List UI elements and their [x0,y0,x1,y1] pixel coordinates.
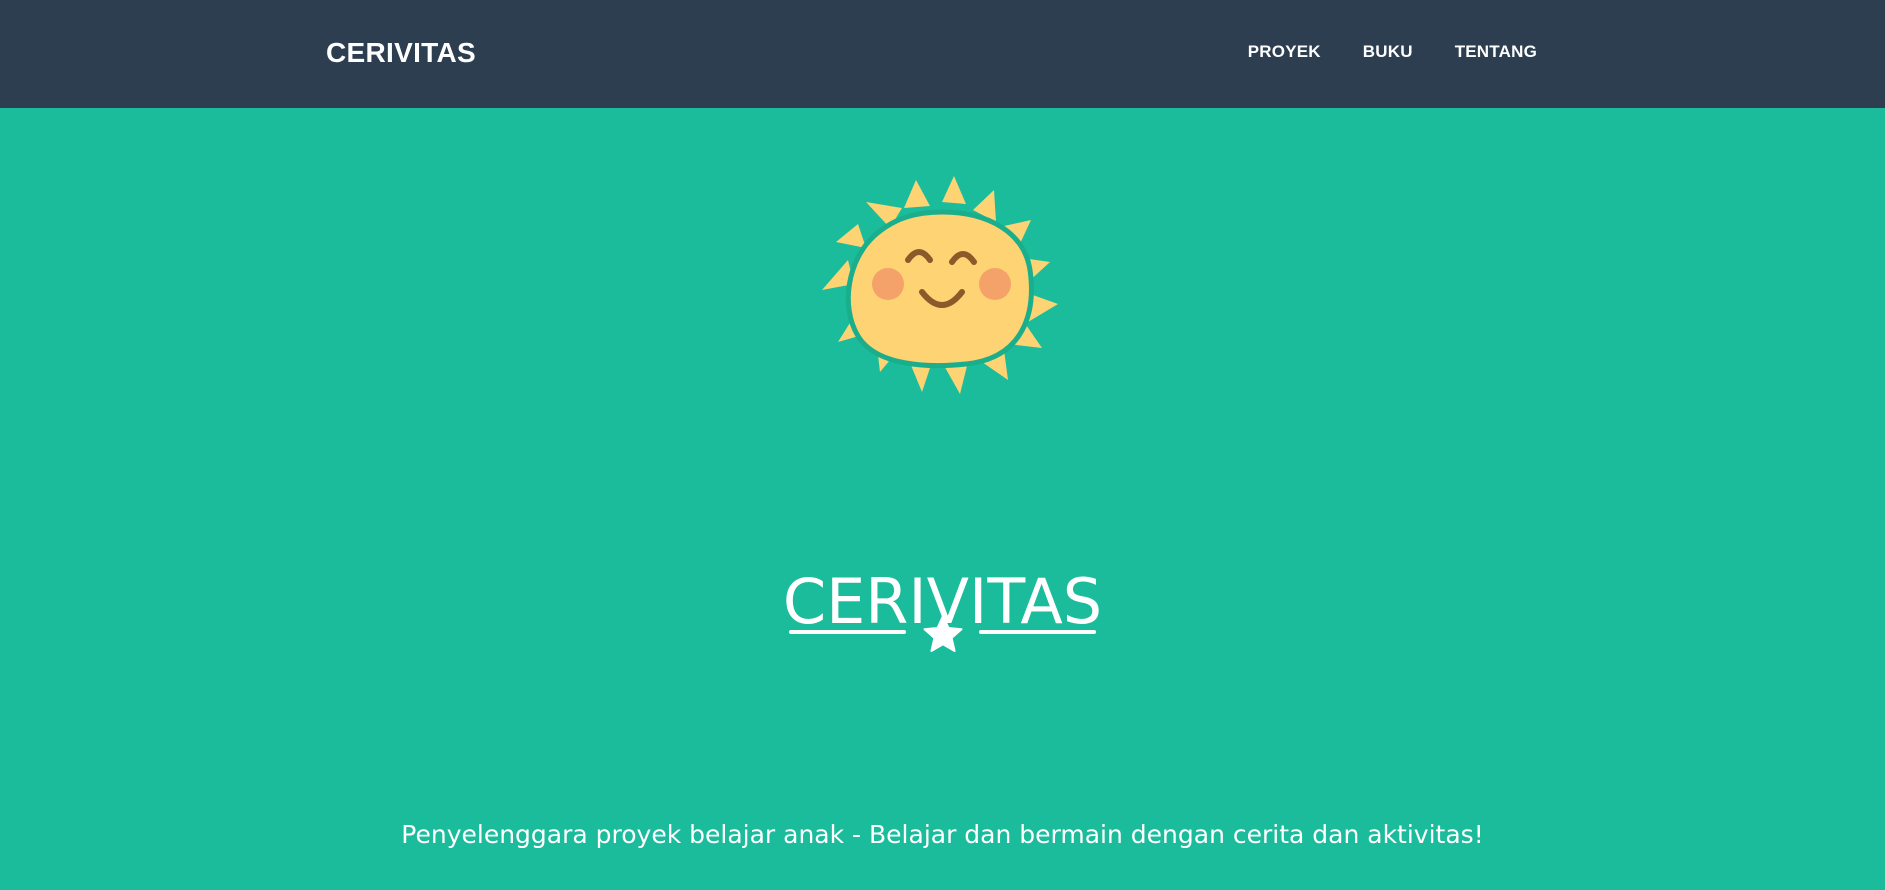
star-icon [923,615,963,652]
right-cheek [979,268,1011,300]
divider-line-right [979,630,1096,634]
nav-link-buku[interactable]: BUKU [1363,40,1413,64]
left-cheek [872,268,904,300]
star-divider [0,612,1885,652]
top-navbar: CERIVITAS PROYEK BUKU TENTANG [0,0,1885,108]
divider-line-left [789,630,906,634]
nav-links: PROYEK BUKU TENTANG [1206,40,1537,64]
hero-subtitle: Penyelenggara proyek belajar anak - Bela… [401,820,1484,849]
nav-link-proyek[interactable]: PROYEK [1248,40,1321,64]
nav-link-tentang[interactable]: TENTANG [1455,40,1537,64]
brand-logo-link[interactable]: CERIVITAS [326,36,476,70]
smiling-sun-icon [822,176,1058,394]
